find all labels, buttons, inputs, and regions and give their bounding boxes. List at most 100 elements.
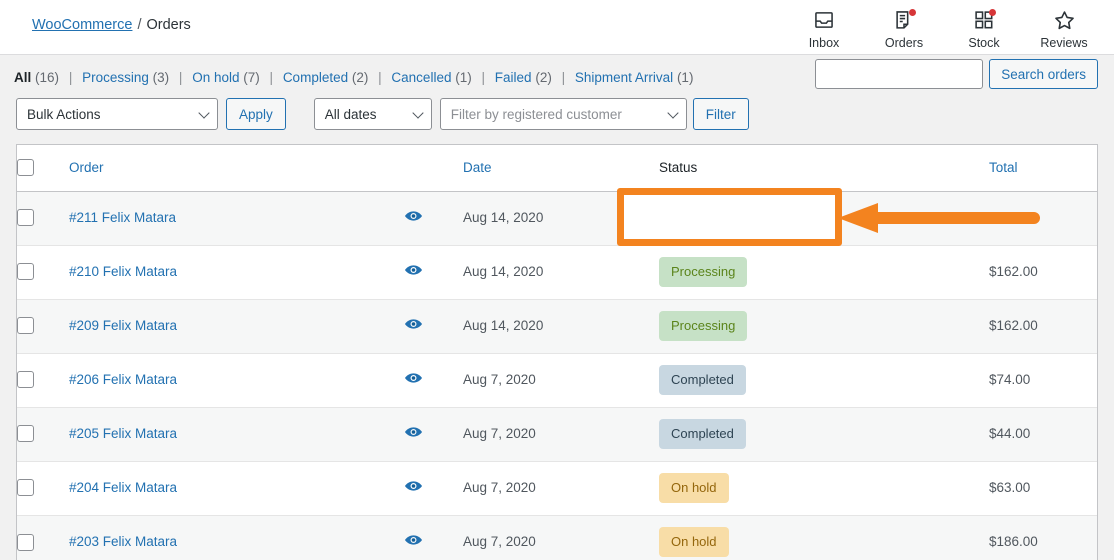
order-cell: #206 Felix Matara	[69, 352, 405, 407]
orders-button[interactable]: Orders	[864, 2, 944, 50]
eye-icon[interactable]	[405, 372, 422, 384]
order-date: Aug 7, 2020	[463, 426, 536, 441]
bulk-actions-value: Bulk Actions	[27, 106, 101, 122]
filter-link-failed[interactable]: Failed	[495, 70, 532, 85]
table-toolbar: Bulk Actions Apply All dates Filter by r…	[16, 98, 749, 130]
preview-cell	[405, 298, 463, 353]
filter-separator: |	[68, 70, 73, 85]
date-cell: Aug 7, 2020	[463, 460, 659, 515]
row-checkbox[interactable]	[17, 425, 34, 443]
preview-cell	[405, 514, 463, 560]
order-date: Aug 7, 2020	[463, 480, 536, 495]
status-cell: On hold	[659, 514, 989, 560]
order-cell: #204 Felix Matara	[69, 460, 405, 515]
reviews-button[interactable]: Reviews	[1024, 2, 1104, 50]
total-cell: $74.00	[989, 352, 1097, 407]
stock-notification-dot	[989, 9, 996, 16]
orders-table-body: #211 Felix Matara Aug 14, 2020 Shipment Ar…	[17, 191, 1097, 560]
row-select-cell	[17, 191, 69, 245]
preview-cell	[405, 191, 463, 245]
eye-icon[interactable]	[405, 318, 422, 330]
status-badge: Processing	[659, 257, 748, 287]
column-header-total-label: Total	[989, 160, 1018, 176]
order-date: Aug 14, 2020	[463, 264, 544, 279]
eye-icon[interactable]	[405, 534, 422, 546]
status-badge: Shipment Arrival	[659, 203, 778, 233]
status-cell: Processing	[659, 298, 989, 353]
filter-count-completed: (2)	[351, 70, 369, 85]
column-header-date[interactable]: Date	[463, 145, 659, 192]
order-link[interactable]: #209 Felix Matara	[69, 318, 177, 333]
row-checkbox[interactable]	[17, 209, 34, 227]
eye-icon[interactable]	[405, 210, 422, 222]
table-row: #206 Felix Matara Aug 7, 2020 Completed $74…	[17, 352, 1097, 407]
order-total: $44.00	[989, 426, 1031, 441]
stock-label: Stock	[968, 36, 1000, 50]
breadcrumb-woocommerce-link[interactable]: WooCommerce	[32, 17, 132, 33]
row-checkbox[interactable]	[17, 371, 34, 389]
filter-link-processing[interactable]: Processing	[82, 70, 149, 85]
date-cell: Aug 14, 2020	[463, 244, 659, 299]
row-checkbox[interactable]	[17, 263, 34, 281]
select-all-checkbox[interactable]	[17, 159, 34, 177]
filter-link-on-hold[interactable]: On hold	[192, 70, 239, 85]
row-select-cell	[17, 298, 69, 353]
column-header-total[interactable]: Total	[989, 145, 1097, 192]
bulk-actions-select[interactable]: Bulk Actions	[16, 98, 218, 130]
column-header-preview	[405, 145, 463, 192]
status-cell: Processing	[659, 244, 989, 299]
date-cell: Aug 7, 2020	[463, 514, 659, 560]
eye-icon[interactable]	[405, 264, 422, 276]
row-checkbox[interactable]	[17, 479, 34, 497]
stock-button[interactable]: Stock	[944, 2, 1024, 50]
order-link[interactable]: #204 Felix Matara	[69, 480, 177, 495]
order-total: $74.00	[989, 372, 1031, 387]
order-status-filter-links: All (16) | Processing (3) | On hold (7) …	[14, 70, 693, 85]
order-link[interactable]: #206 Felix Matara	[69, 372, 177, 387]
date-cell: Aug 14, 2020	[463, 191, 659, 245]
order-total: $162.00	[989, 264, 1038, 279]
breadcrumb-current-page: Orders	[146, 17, 191, 33]
filter-link-completed[interactable]: Completed	[283, 70, 348, 85]
column-header-status-label: Status	[659, 160, 698, 176]
row-select-cell	[17, 514, 69, 560]
column-header-order[interactable]: Order	[69, 145, 405, 192]
customer-filter-select[interactable]: Filter by registered customer	[439, 98, 687, 130]
eye-icon[interactable]	[405, 480, 422, 492]
filter-count-failed: (2)	[535, 70, 552, 85]
table-row: #204 Felix Matara Aug 7, 2020 On hold $63.0…	[17, 460, 1097, 515]
order-link[interactable]: #205 Felix Matara	[69, 426, 177, 441]
order-link[interactable]: #211 Felix Matara	[69, 210, 176, 225]
filter-link-cancelled[interactable]: Cancelled	[391, 70, 451, 85]
apply-button[interactable]: Apply	[226, 98, 286, 130]
filter-separator: |	[269, 70, 274, 85]
customer-filter-placeholder: Filter by registered customer	[450, 106, 622, 122]
eye-icon[interactable]	[405, 426, 422, 438]
order-date: Aug 7, 2020	[463, 372, 536, 387]
select-all-header	[17, 145, 69, 192]
search-input[interactable]	[815, 59, 984, 89]
date-filter-select[interactable]: All dates	[313, 98, 432, 130]
filter-link-all[interactable]: All	[14, 70, 31, 85]
order-cell: #205 Felix Matara	[69, 406, 405, 461]
filter-link-shipment-arrival[interactable]: Shipment Arrival	[575, 70, 673, 85]
reviews-label: Reviews	[1040, 36, 1088, 50]
inbox-label: Inbox	[808, 36, 840, 50]
inbox-button[interactable]: Inbox	[784, 2, 864, 50]
row-select-cell	[17, 352, 69, 407]
date-cell: Aug 14, 2020	[463, 298, 659, 353]
row-select-cell	[17, 406, 69, 461]
status-badge: Completed	[659, 419, 746, 449]
total-cell: $162.00	[989, 244, 1097, 299]
order-link[interactable]: #203 Felix Matara	[69, 534, 177, 549]
row-checkbox[interactable]	[17, 533, 34, 551]
order-link[interactable]: #210 Felix Matara	[69, 264, 177, 279]
row-select-cell	[17, 460, 69, 515]
status-cell: Completed	[659, 352, 989, 407]
filter-count-processing: (3)	[152, 70, 170, 85]
search-orders-button[interactable]: Search orders	[989, 59, 1098, 89]
row-checkbox[interactable]	[17, 317, 34, 335]
order-date: Aug 7, 2020	[463, 534, 536, 550]
filter-button[interactable]: Filter	[692, 98, 749, 130]
breadcrumb-separator: /	[137, 17, 142, 33]
